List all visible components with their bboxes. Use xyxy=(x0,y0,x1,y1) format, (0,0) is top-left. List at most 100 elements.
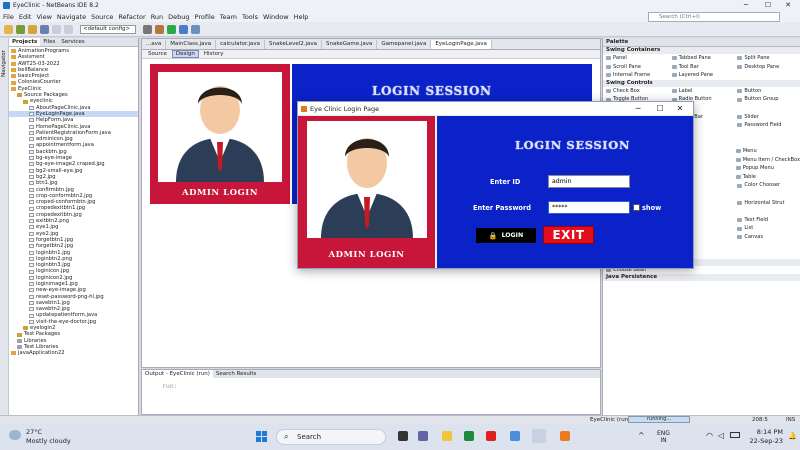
menu-team[interactable]: Team xyxy=(220,13,237,21)
tree-node[interactable]: JavaApplication22 xyxy=(9,350,138,356)
debug-icon[interactable] xyxy=(179,24,188,34)
clock-time[interactable]: 8:14 PM xyxy=(747,428,783,436)
task-view-icon[interactable] xyxy=(398,431,408,441)
palette-item[interactable]: Label xyxy=(669,87,735,96)
palette-item[interactable]: Menu xyxy=(733,147,800,156)
menu-navigate[interactable]: Navigate xyxy=(57,13,86,21)
undo-icon[interactable] xyxy=(52,24,61,34)
youtube-icon[interactable] xyxy=(486,431,496,441)
tab-services[interactable]: Services xyxy=(58,38,87,46)
battery-icon[interactable] xyxy=(730,432,740,438)
profile-icon[interactable] xyxy=(191,24,200,34)
show-password-checkbox[interactable] xyxy=(633,204,640,211)
editor-tab[interactable]: SnakeGame.java xyxy=(322,40,378,49)
palette-item[interactable]: Scroll Pane xyxy=(603,63,669,72)
menu-help[interactable]: Help xyxy=(294,13,309,21)
menu-run[interactable]: Run xyxy=(151,13,163,21)
navigator-tab[interactable]: Navigator xyxy=(1,50,7,77)
menu-profile[interactable]: Profile xyxy=(195,13,215,21)
menu-file[interactable]: File xyxy=(3,13,14,21)
palette-item[interactable]: List xyxy=(734,224,800,233)
editor-tab[interactable]: MainClass.java xyxy=(166,40,217,49)
editor-tab[interactable]: SnakeLevel2.java xyxy=(265,40,323,49)
speaker-icon[interactable]: ◁ xyxy=(718,431,724,440)
palette-section-header[interactable]: Swing Controls xyxy=(603,79,800,87)
editor-tab[interactable]: calculator.java xyxy=(216,40,266,49)
menu-debug[interactable]: Debug xyxy=(168,13,189,21)
redo-icon[interactable] xyxy=(64,24,73,34)
palette-item[interactable]: Check Box xyxy=(603,87,669,96)
pycharm-icon[interactable] xyxy=(464,431,474,441)
output-tab[interactable]: Search Results xyxy=(213,370,260,378)
palette-item[interactable]: Split Pane xyxy=(734,54,800,63)
palette-item[interactable]: Canvas xyxy=(734,233,800,242)
open-project-icon[interactable] xyxy=(28,24,37,34)
new-file-icon[interactable] xyxy=(4,24,13,34)
palette-item[interactable]: Button xyxy=(734,87,800,96)
search-input[interactable]: Search (Ctrl+I) xyxy=(648,12,780,22)
virtualbox-icon[interactable] xyxy=(510,431,520,441)
teams-icon[interactable] xyxy=(418,431,428,441)
dialog-maximize-icon[interactable]: ☐ xyxy=(649,102,671,116)
run-icon[interactable] xyxy=(167,24,176,34)
clock-date[interactable]: 22-Sep-23 xyxy=(747,437,783,445)
editor-tab[interactable]: EyeLoginPage.java xyxy=(431,40,492,49)
palette-item[interactable]: Horizontal Strut xyxy=(734,199,800,208)
palette-section-header[interactable]: Swing Containers xyxy=(603,47,800,54)
windows-start-icon[interactable] xyxy=(256,431,267,442)
close-icon[interactable]: ✕ xyxy=(778,0,798,11)
build-icon[interactable] xyxy=(143,24,152,34)
maximize-icon[interactable]: ☐ xyxy=(758,0,778,11)
language-indicator[interactable]: ENG IN xyxy=(657,430,670,444)
palette-item[interactable]: Panel xyxy=(603,54,669,63)
subtab-source[interactable]: Source xyxy=(145,51,170,57)
dialog-close-icon[interactable]: ✕ xyxy=(669,102,691,116)
weather-icon[interactable] xyxy=(9,430,21,440)
dialog-minimize-icon[interactable]: ─ xyxy=(627,102,649,116)
menu-window[interactable]: Window xyxy=(263,13,289,21)
palette-item[interactable]: Slider xyxy=(734,113,800,122)
netbeans-task-icon[interactable] xyxy=(532,429,546,443)
clean-build-icon[interactable] xyxy=(155,24,164,34)
subtab-history[interactable]: History xyxy=(201,51,227,57)
menu-refactor[interactable]: Refactor xyxy=(118,13,145,21)
palette-item-label: Layered Pane xyxy=(678,72,714,79)
palette-section-header[interactable]: Java Persistence xyxy=(603,274,800,282)
notification-icon[interactable]: 🔔 xyxy=(788,432,797,440)
login-button[interactable]: 🔒 LOGIN xyxy=(476,228,536,243)
wifi-icon[interactable]: ◠ xyxy=(706,431,713,440)
palette-item[interactable]: Password Field xyxy=(734,121,800,130)
exit-button[interactable]: EXIT xyxy=(543,226,594,244)
config-select[interactable]: <default config> xyxy=(80,24,136,34)
tab-files[interactable]: Files xyxy=(40,38,58,46)
palette-item[interactable]: Internal Frame xyxy=(603,71,669,80)
subtab-design[interactable]: Design xyxy=(171,50,199,58)
palette-item[interactable]: Desktop Pane xyxy=(734,63,800,72)
new-project-icon[interactable] xyxy=(16,24,25,34)
id-input[interactable]: admin xyxy=(548,175,630,188)
menu-edit[interactable]: Edit xyxy=(19,13,32,21)
palette-item[interactable]: Table xyxy=(733,173,800,182)
palette-item[interactable]: Text Field xyxy=(734,216,800,225)
palette-item[interactable]: Menu Item / CheckBox xyxy=(733,156,800,165)
palette-item[interactable]: Popup Menu xyxy=(733,164,800,173)
palette-item[interactable]: Button Group xyxy=(734,95,800,104)
palette-item[interactable]: Color Chooser xyxy=(734,181,800,190)
menu-tools[interactable]: Tools xyxy=(242,13,258,21)
palette-item[interactable]: Layered Pane xyxy=(669,71,735,80)
editor-tab[interactable]: Gamepanel.java xyxy=(377,40,432,49)
file-explorer-icon[interactable] xyxy=(442,431,452,441)
tab-projects[interactable]: Projects xyxy=(9,38,41,46)
chevron-up-icon[interactable]: ^ xyxy=(638,431,645,440)
taskbar-search[interactable]: ⌕ Search xyxy=(276,429,386,445)
editor-tab[interactable]: ...ava xyxy=(142,40,167,49)
menu-source[interactable]: Source xyxy=(91,13,113,21)
palette-item[interactable]: Tool Bar xyxy=(669,63,735,72)
java-app-icon[interactable] xyxy=(560,431,570,441)
password-input[interactable]: ***** xyxy=(548,201,630,214)
save-all-icon[interactable] xyxy=(40,24,49,34)
minimize-icon[interactable]: ─ xyxy=(736,0,756,11)
menu-view[interactable]: View xyxy=(36,13,51,21)
palette-item[interactable]: Tabbed Pane xyxy=(669,54,735,63)
output-tab[interactable]: Output - EyeClinic (run) xyxy=(142,370,213,378)
